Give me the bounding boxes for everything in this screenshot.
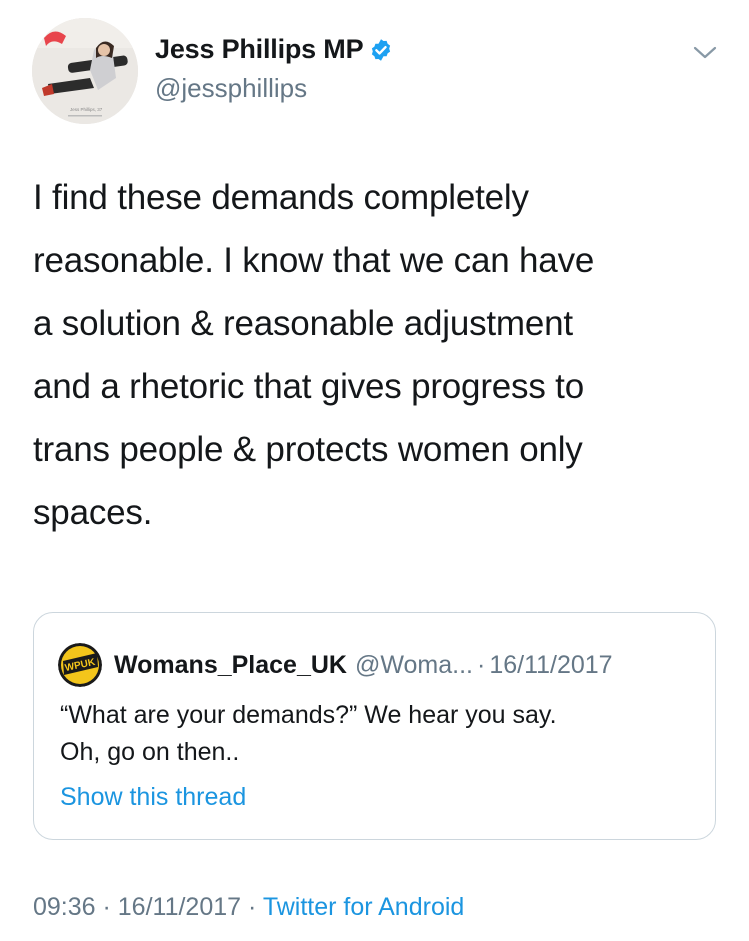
author-avatar[interactable]: Jess Phillips, 37 bbox=[32, 18, 138, 124]
tweet-source-link[interactable]: Twitter for Android bbox=[263, 893, 464, 921]
author-handle[interactable]: @jessphillips bbox=[155, 73, 307, 104]
quoted-tweet-text: “What are your demands?” We hear you say… bbox=[60, 701, 557, 766]
quoted-author-avatar: WPUK bbox=[58, 643, 102, 687]
meta-separator: · bbox=[241, 893, 263, 921]
quoted-tweet-header: WPUK Womans_Place_UK @Woma... · 16/11/20… bbox=[58, 643, 613, 687]
tweet-time[interactable]: 09:36 bbox=[33, 893, 96, 921]
wpuk-logo: WPUK bbox=[58, 643, 102, 687]
meta-separator: · bbox=[95, 893, 118, 921]
author-display-name[interactable]: Jess Phillips MP bbox=[155, 34, 364, 65]
chevron-down-icon[interactable] bbox=[692, 44, 718, 62]
verified-badge-icon bbox=[372, 38, 391, 61]
quoted-handle: @Woma... bbox=[354, 650, 473, 679]
author-avatar-image: Jess Phillips, 37 bbox=[32, 18, 138, 124]
quoted-date: 16/11/2017 bbox=[489, 650, 613, 679]
tweet-header: Jess Phillips, 37 Jess Phillips MP @jess… bbox=[0, 0, 749, 150]
quoted-display-name: Womans_Place_UK bbox=[114, 650, 347, 679]
tweet-text: I find these demands completely reasonab… bbox=[33, 178, 595, 532]
author-name-row: Jess Phillips MP bbox=[155, 34, 393, 65]
tweet-metadata: 09:36 · 16/11/2017 · Twitter for Android bbox=[33, 893, 464, 922]
avatar-caption: Jess Phillips, 37 bbox=[70, 107, 103, 112]
show-thread-link[interactable]: Show this thread bbox=[60, 783, 246, 812]
quoted-separator: · bbox=[476, 650, 486, 679]
quoted-tweet-card[interactable]: WPUK Womans_Place_UK @Woma... · 16/11/20… bbox=[33, 612, 716, 840]
tweet-date[interactable]: 16/11/2017 bbox=[118, 893, 241, 921]
